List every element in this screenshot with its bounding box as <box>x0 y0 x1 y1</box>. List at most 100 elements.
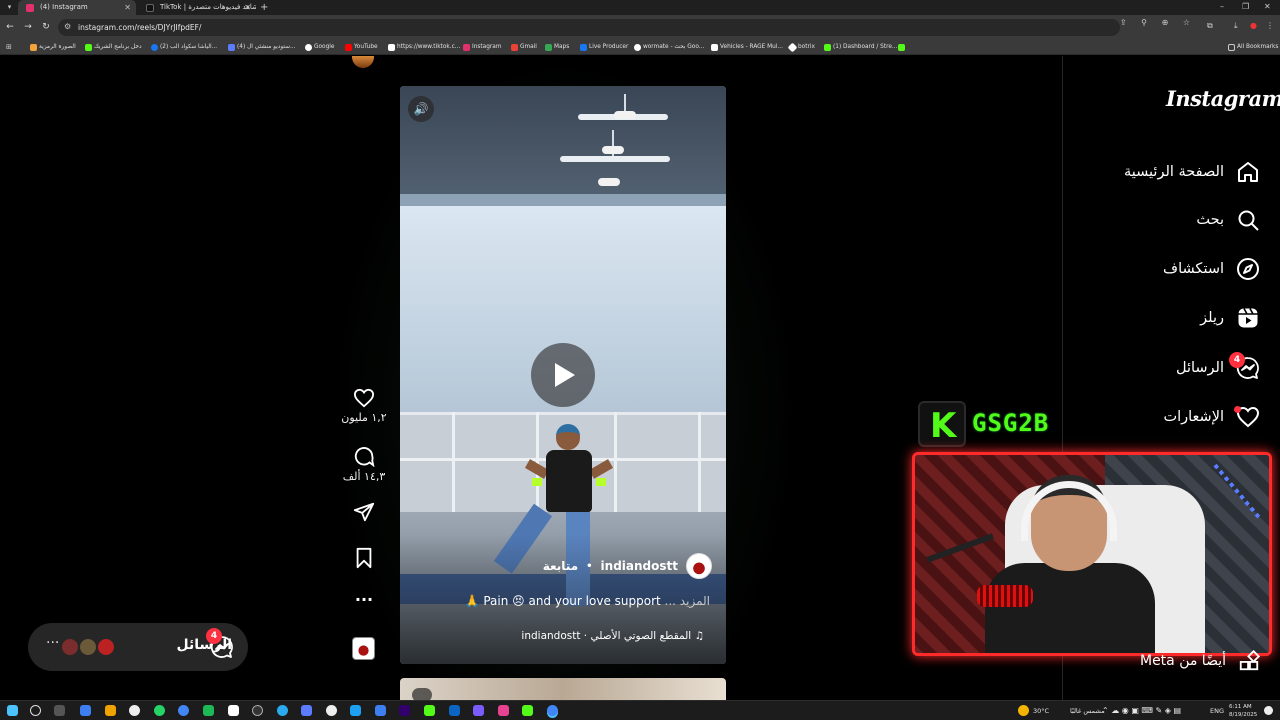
search-icon[interactable] <box>30 705 41 716</box>
next-reel-preview[interactable] <box>400 678 726 700</box>
bookmark-item[interactable]: الصورة الرمزية <box>30 40 76 55</box>
telegram-icon[interactable] <box>277 705 288 716</box>
app-icon[interactable] <box>252 705 263 716</box>
tab-search-icon[interactable]: ▾ <box>3 1 16 14</box>
app-icon[interactable] <box>203 705 214 716</box>
bookmark-kick[interactable] <box>898 40 907 55</box>
apps-icon[interactable]: ⊞ <box>6 43 12 51</box>
weather-desc[interactable]: مشمس غالبًا <box>1070 701 1105 720</box>
more-options-icon[interactable]: ··· <box>340 590 388 609</box>
back-icon[interactable]: ← <box>4 21 16 33</box>
app-icon[interactable] <box>228 705 239 716</box>
new-tab-icon[interactable]: + <box>260 0 268 15</box>
chrome-active-icon[interactable] <box>547 705 558 716</box>
bookmark-item[interactable]: دخل برنامج الشريك <box>85 40 142 55</box>
app-icon[interactable] <box>129 705 140 716</box>
notifications-icon[interactable] <box>1264 706 1273 715</box>
extensions-icon[interactable]: ⧉ <box>1207 21 1213 31</box>
app-icon[interactable] <box>375 705 386 716</box>
bookmark-item[interactable]: Google <box>305 40 334 55</box>
bookmark-item[interactable]: Maps <box>545 40 569 55</box>
language-indicator[interactable]: ENG <box>1210 701 1224 720</box>
sidebar-item-reels[interactable]: ريلز <box>1100 304 1260 332</box>
clock[interactable]: 6:11 AM 8/19/2025 <box>1229 703 1257 719</box>
reload-icon[interactable]: ↻ <box>40 21 52 33</box>
like-button[interactable]: ١,٢ مليون <box>340 388 388 424</box>
more-icon[interactable]: ··· <box>46 635 59 651</box>
copilot-icon[interactable] <box>80 705 91 716</box>
bookmark-favicon-icon <box>580 44 587 51</box>
bookmark-item[interactable]: Live Producer <box>580 40 628 55</box>
app-icon[interactable] <box>498 705 509 716</box>
person-head <box>556 424 580 450</box>
app-icon[interactable] <box>350 705 361 716</box>
bookmark-favicon-icon <box>711 44 718 51</box>
bookmark-item[interactable]: Vehicles - RAGE Mul... <box>711 40 783 55</box>
reel-caption[interactable]: المزيد ... Pain 😣 and your love support … <box>404 594 710 608</box>
bookmark-favicon-icon <box>30 44 37 51</box>
file-explorer-icon[interactable] <box>105 705 116 716</box>
weather-icon[interactable] <box>1018 705 1029 716</box>
all-bookmarks[interactable]: All Bookmarks <box>1228 40 1278 55</box>
bookmark-item[interactable]: https://www.tiktok.c... <box>388 40 460 55</box>
author-avatar[interactable] <box>686 553 712 579</box>
premiere-icon[interactable] <box>399 705 410 716</box>
messages-pill[interactable]: ··· الرسائل 4 <box>28 623 248 671</box>
audio-thumbnail[interactable] <box>352 637 375 660</box>
sidebar-item-home[interactable]: الصفحة الرئيسية <box>1100 158 1260 186</box>
play-button[interactable] <box>531 343 595 407</box>
app-icon[interactable] <box>326 705 337 716</box>
bookmark-item[interactable]: YouTube <box>345 40 378 55</box>
site-info-icon[interactable]: ⚙ <box>64 22 71 31</box>
close-window-icon[interactable]: ✕ <box>1264 0 1271 14</box>
bookmark-item[interactable]: botrix <box>787 40 815 55</box>
bookmark-item[interactable]: wormate - بحث Goo... <box>634 40 704 55</box>
save-button[interactable] <box>340 547 388 569</box>
reel-audio[interactable]: ♫ المقطع الصوتي الأصلي · indiandostt <box>404 630 704 642</box>
windows-start-icon[interactable] <box>7 705 18 716</box>
minimize-icon[interactable]: – <box>1220 0 1224 14</box>
maximize-icon[interactable]: ❐ <box>1242 0 1249 14</box>
address-bar-actions[interactable]: ⇪ ⚲ ⊕ ☆ <box>1120 18 1196 27</box>
bookmark-item[interactable]: (4) ستوديو منشئي ال... <box>228 40 296 55</box>
sidebar-item-explore[interactable]: استكشاف <box>1100 255 1260 283</box>
tab-tiktok[interactable]: TikTok | شاهد فيديوهات متصدرة ✕ <box>138 0 256 15</box>
next-reel-volume-icon[interactable] <box>412 688 432 700</box>
volume-icon[interactable]: 🔊 <box>408 96 434 122</box>
menu-icon[interactable]: ⋮ <box>1266 21 1274 30</box>
sidebar-item-search[interactable]: بحث <box>1100 206 1260 234</box>
tray-icons[interactable]: ⌃ ☁ ◉ ▣ ⌨ ✎ ◈ ▤ <box>1102 701 1181 720</box>
app-icon[interactable] <box>522 705 533 716</box>
bookmark-item[interactable]: (1) Dashboard / Stre... <box>824 40 897 55</box>
fan-hub <box>614 111 636 119</box>
play-icon <box>555 363 575 387</box>
close-tab-icon[interactable]: ✕ <box>244 0 251 15</box>
app-icon[interactable] <box>473 705 484 716</box>
app-icon[interactable] <box>449 705 460 716</box>
instagram-logo[interactable]: Instagram <box>1166 86 1280 111</box>
bookmark-item[interactable]: Instagram <box>463 40 502 55</box>
caption-more-link[interactable]: المزيد ... <box>665 594 710 608</box>
chrome-icon[interactable] <box>178 705 189 716</box>
bookmark-item[interactable]: Gmail <box>511 40 537 55</box>
forward-icon[interactable]: → <box>22 21 34 33</box>
home-icon <box>1238 162 1258 182</box>
weather-temp[interactable]: 30°C <box>1033 701 1049 720</box>
tab-instagram[interactable]: (4) Instagram ✕ <box>18 0 136 15</box>
address-bar[interactable]: ⚙ instagram.com/reels/DJYrJIfpdEF/ <box>58 19 1120 36</box>
profile-icon[interactable]: ● <box>1250 21 1257 30</box>
bookmark-item[interactable]: (2) الياشا سكواد الب... <box>151 40 217 55</box>
downloads-icon[interactable]: ⤓ <box>1234 21 1238 31</box>
comment-button[interactable]: ١٤,٣ ألف <box>340 445 388 483</box>
task-view-icon[interactable] <box>54 705 65 716</box>
whatsapp-icon[interactable] <box>154 705 165 716</box>
share-button[interactable] <box>340 501 388 523</box>
kick-icon[interactable] <box>424 705 435 716</box>
sidebar-item-also-from-meta[interactable]: أيضًا من Meta <box>1100 650 1260 672</box>
close-tab-icon[interactable]: ✕ <box>124 0 131 15</box>
audio-label: المقطع الصوتي الأصلي · indiandostt <box>521 630 692 642</box>
url-text[interactable]: instagram.com/reels/DJYrJIfpdEF/ <box>78 19 201 36</box>
author-username[interactable]: indiandostt <box>601 559 678 573</box>
follow-button[interactable]: متابعة <box>543 559 578 573</box>
app-icon[interactable] <box>301 705 312 716</box>
